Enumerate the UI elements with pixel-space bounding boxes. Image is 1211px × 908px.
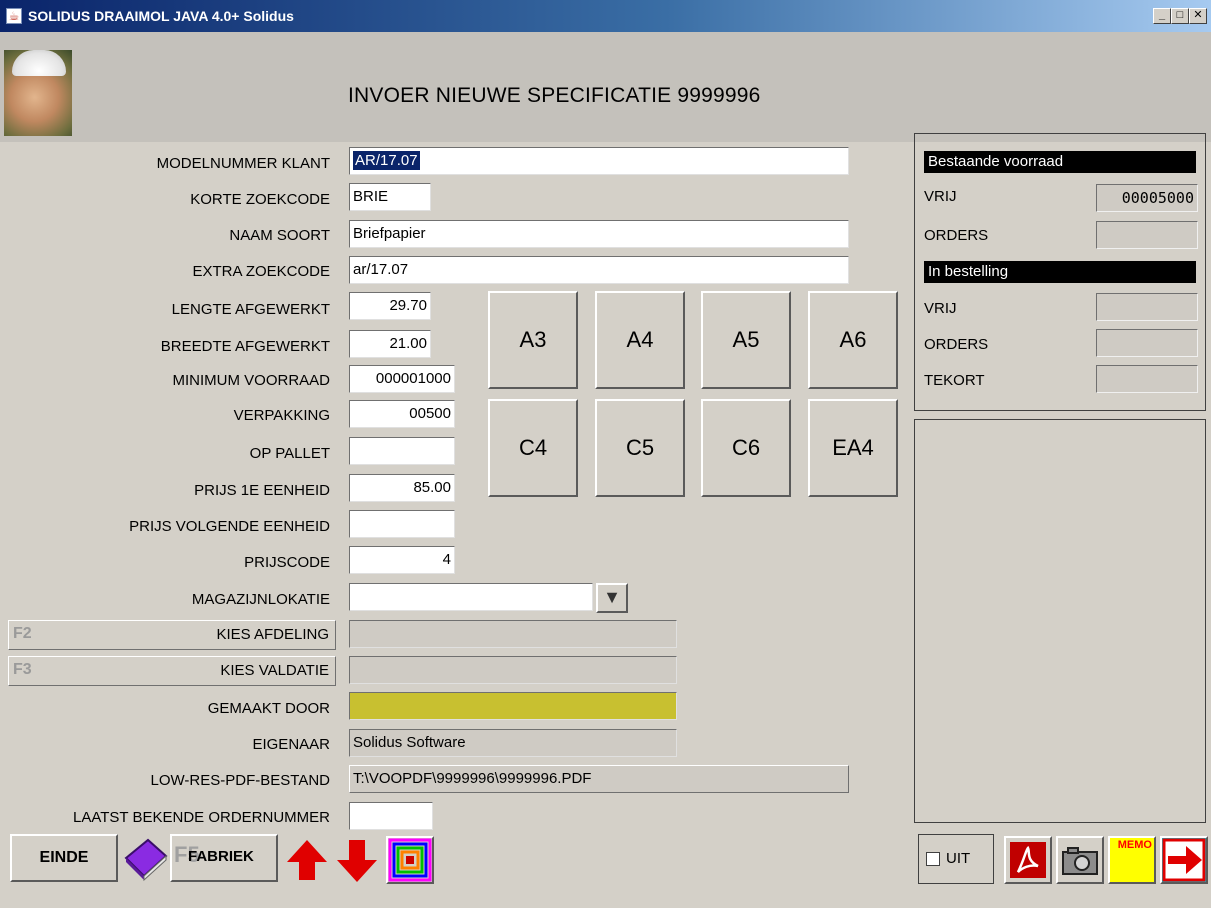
eigenaar-field: Solidus Software [349, 729, 677, 757]
close-button[interactable]: ✕ [1189, 8, 1207, 24]
label-modelnummer: MODELNUMMER KLANT [156, 155, 330, 172]
label-extra-zoekcode: EXTRA ZOEKCODE [192, 263, 330, 280]
breedte-input[interactable]: 21.00 [349, 330, 431, 358]
window-title: SOLIDUS DRAAIMOL JAVA 4.0+ Solidus [28, 8, 294, 24]
arrow-up-icon[interactable] [283, 836, 331, 884]
kies-afdeling-value [349, 620, 677, 648]
magazijnlokatie-select[interactable] [349, 583, 593, 611]
format-button-ea4[interactable]: EA4 [808, 399, 898, 497]
label-low-res-pdf: LOW-RES-PDF-BESTAND [150, 772, 330, 789]
format-button-c5[interactable]: C5 [595, 399, 685, 497]
bestaande-orders-label: ORDERS [924, 227, 989, 244]
lengte-input[interactable]: 29.70 [349, 292, 431, 320]
label-prijscode: PRIJSCODE [244, 554, 330, 571]
fabriek-label: FABRIEK [188, 848, 254, 865]
f3-key-icon: F3 [13, 661, 32, 678]
bestaande-vrij-label: VRIJ [924, 188, 957, 205]
format-button-c4[interactable]: C4 [488, 399, 578, 497]
kies-afdeling-label: KIES AFDELING [216, 626, 329, 643]
bestaande-vrij-value: 00005000 [1096, 184, 1198, 212]
empty-info-panel [914, 419, 1206, 823]
bestaande-orders-value [1096, 221, 1198, 249]
book-icon[interactable] [122, 836, 170, 884]
chevron-down-icon[interactable]: ▼ [596, 583, 628, 613]
verpakking-input[interactable]: 00500 [349, 400, 455, 428]
format-button-a3[interactable]: A3 [488, 291, 578, 389]
kies-valdatie-value [349, 656, 677, 684]
laatst-ordernummer-input[interactable] [349, 802, 433, 830]
logo-avatar [4, 50, 72, 136]
in-bestelling-header: In bestelling [924, 261, 1196, 283]
modelnummer-input[interactable]: AR/17.07 [349, 147, 849, 175]
camera-icon[interactable] [1056, 836, 1104, 884]
korte-zoekcode-input[interactable]: BRIE [349, 183, 431, 211]
minimize-button[interactable]: _ [1153, 8, 1171, 24]
bestaande-voorraad-header: Bestaande voorraad [924, 151, 1196, 173]
minimum-voorraad-input[interactable]: 000001000 [349, 365, 455, 393]
memo-label: MEMO [1117, 839, 1152, 851]
format-button-a6[interactable]: A6 [808, 291, 898, 389]
title-bar: ☕ SOLIDUS DRAAIMOL JAVA 4.0+ Solidus _ □… [0, 0, 1211, 32]
label-lengte: LENGTE AFGEWERKT [171, 301, 330, 318]
naam-soort-input[interactable]: Briefpapier [349, 220, 849, 248]
bestelling-orders-label: ORDERS [924, 336, 989, 353]
modelnummer-value: AR/17.07 [353, 151, 420, 170]
bestelling-orders-value [1096, 329, 1198, 357]
op-pallet-input[interactable] [349, 437, 455, 465]
page-title: INVOER NIEUWE SPECIFICATIE 9999996 [348, 84, 761, 107]
maximize-button[interactable]: □ [1171, 8, 1189, 24]
fabriek-button[interactable]: F5 FABRIEK [170, 834, 278, 882]
label-naam-soort: NAAM SOORT [229, 227, 330, 244]
color-squares-icon[interactable] [386, 836, 434, 884]
label-gemaakt-door: GEMAAKT DOOR [207, 700, 330, 717]
tekort-value [1096, 365, 1198, 393]
prijscode-input[interactable]: 4 [349, 546, 455, 574]
memo-icon[interactable]: MEMO [1108, 836, 1156, 884]
label-prijs-1e: PRIJS 1E EENHEID [194, 482, 330, 499]
einde-button[interactable]: EINDE [10, 834, 118, 882]
bestelling-vrij-value [1096, 293, 1198, 321]
label-verpakking: VERPAKKING [233, 407, 330, 424]
label-minimum-voorraad: MINIMUM VOORRAAD [172, 372, 331, 389]
kies-valdatie-button[interactable]: F3 KIES VALDATIE [8, 656, 336, 686]
extra-zoekcode-input[interactable]: ar/17.07 [349, 256, 849, 284]
tekort-label: TEKORT [924, 372, 985, 389]
format-button-c6[interactable]: C6 [701, 399, 791, 497]
label-eigenaar: EIGENAAR [252, 736, 330, 753]
uit-checkbox[interactable] [926, 852, 940, 866]
arrow-down-icon[interactable] [333, 836, 381, 884]
gemaakt-door-field[interactable] [349, 692, 677, 720]
kies-valdatie-label: KIES VALDATIE [220, 662, 329, 679]
prijs-1e-input[interactable]: 85.00 [349, 474, 455, 502]
pdf-icon[interactable] [1004, 836, 1052, 884]
bestelling-vrij-label: VRIJ [924, 300, 957, 317]
prijs-volgende-input[interactable] [349, 510, 455, 538]
kies-afdeling-button[interactable]: F2 KIES AFDELING [8, 620, 336, 650]
format-button-a5[interactable]: A5 [701, 291, 791, 389]
label-prijs-volgende: PRIJS VOLGENDE EENHEID [129, 518, 330, 535]
exit-icon[interactable] [1160, 836, 1208, 884]
label-breedte: BREEDTE AFGEWERKT [160, 338, 330, 355]
uit-label: UIT [946, 850, 971, 867]
low-res-pdf-field[interactable]: T:\VOOPDF\9999996\9999996.PDF [349, 765, 849, 793]
java-app-icon[interactable]: ☕ [6, 8, 22, 24]
label-op-pallet: OP PALLET [249, 445, 330, 462]
label-korte-zoekcode: KORTE ZOEKCODE [190, 191, 330, 208]
format-button-a4[interactable]: A4 [595, 291, 685, 389]
f2-key-icon: F2 [13, 625, 32, 642]
label-magazijnlokatie: MAGAZIJNLOKATIE [191, 591, 330, 608]
label-laatst-ordernummer: LAATST BEKENDE ORDERNUMMER [73, 809, 330, 826]
